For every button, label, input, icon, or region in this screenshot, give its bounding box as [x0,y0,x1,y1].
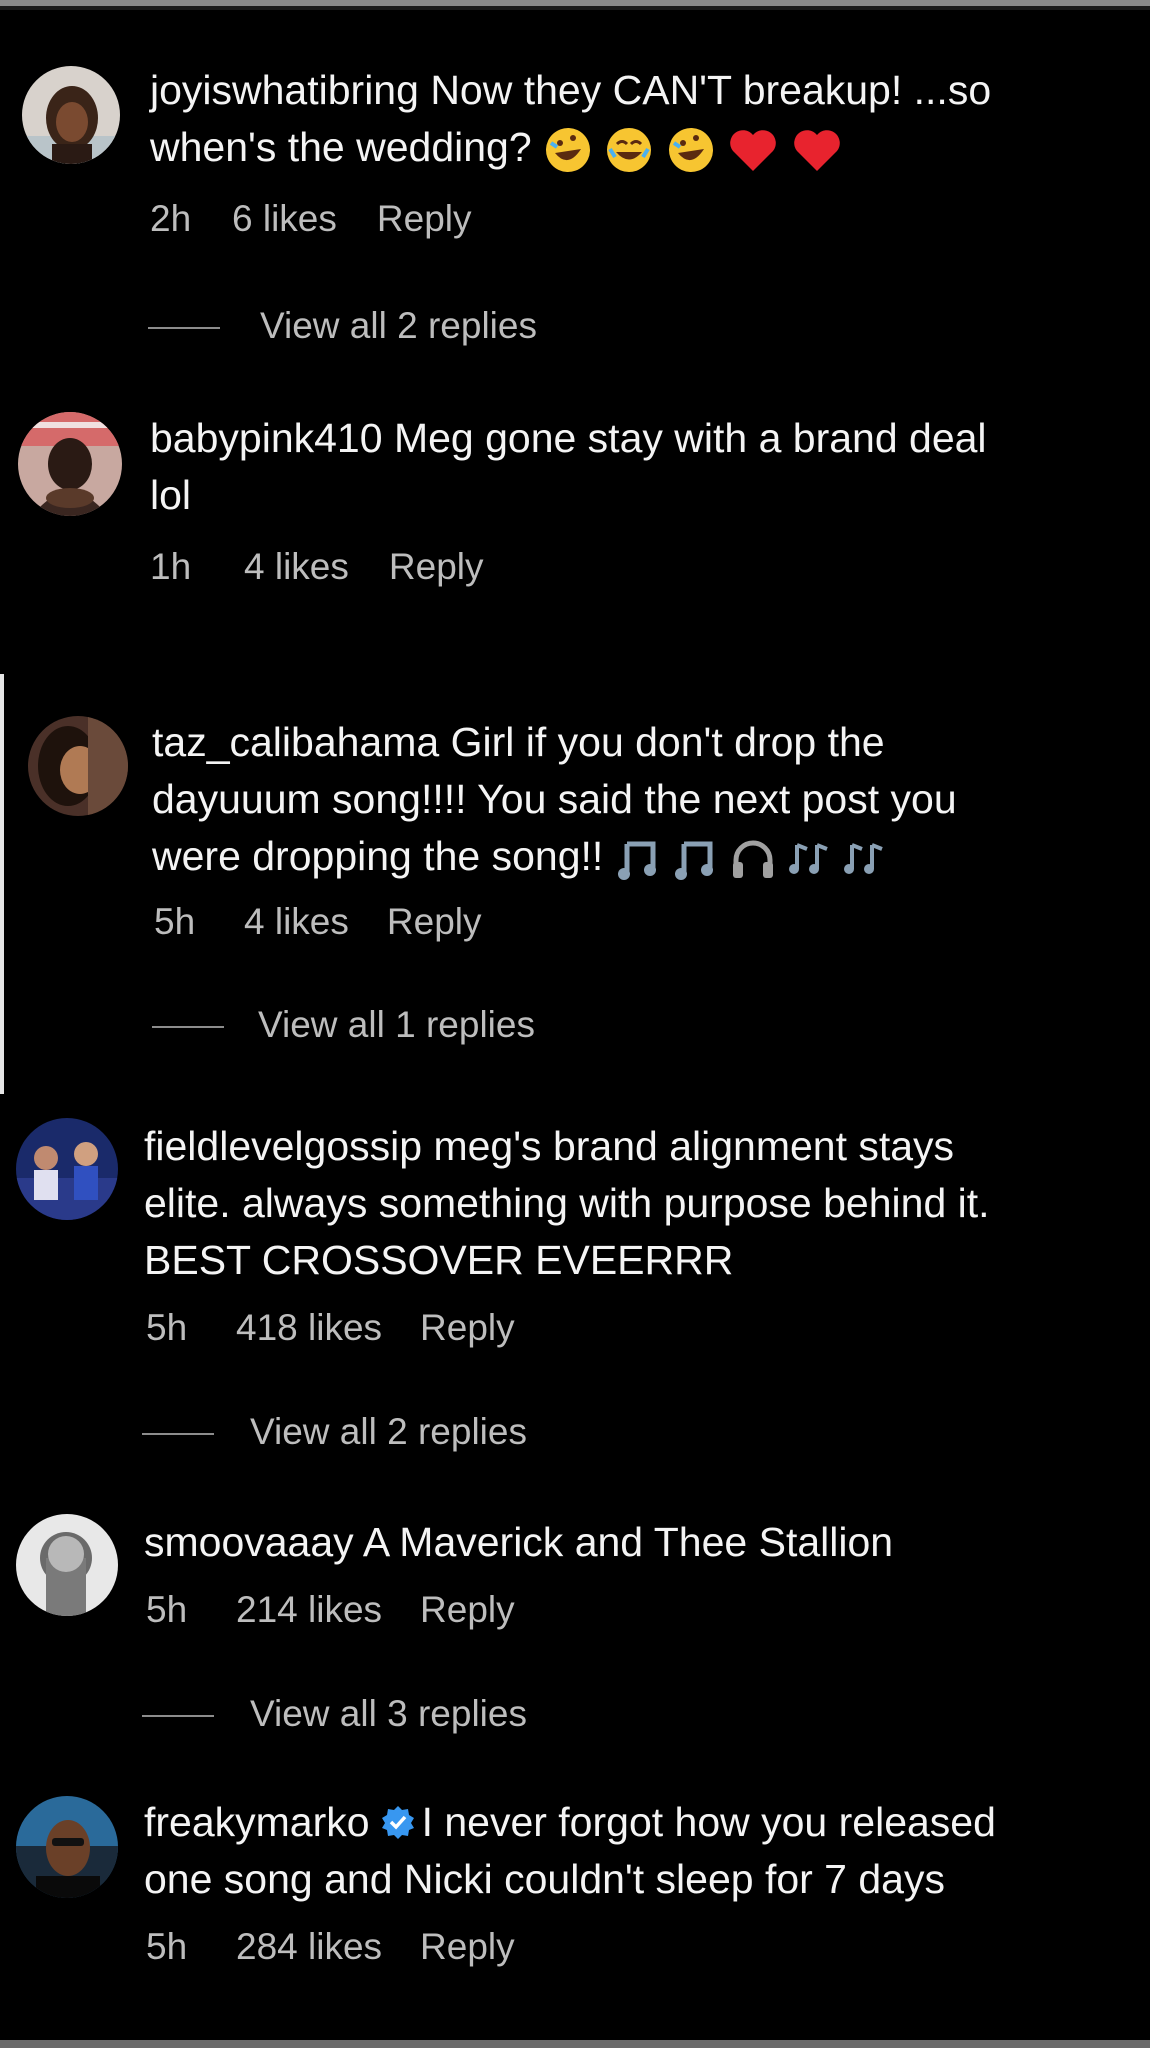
avatar[interactable] [16,1118,118,1220]
likes-count[interactable]: 418 likes [236,1306,382,1350]
top-divider [0,0,1150,10]
view-replies-button[interactable]: View all 3 replies [250,1692,527,1736]
timestamp: 2h [150,198,192,239]
timestamp: 5h [154,901,196,942]
view-replies-button[interactable]: View all 2 replies [260,304,537,348]
comment-text-line: freakymarko I never forgot how you releas… [144,1794,996,1851]
reply-button[interactable]: Reply [420,1925,515,1969]
comment-text-line: lol [150,467,191,524]
avatar[interactable] [28,716,128,816]
rofl-emoji-icon [546,128,591,173]
headphones-icon [732,840,773,879]
red-heart-icon [730,130,777,172]
comment-text-line: joyiswhatibring Now they CAN'T breakup! … [150,62,991,119]
comment-text-line: dayuuum song!!!! You said the next post … [152,771,957,828]
bottom-divider [0,2040,1150,2048]
comment-body: when's the wedding? [150,124,532,170]
avatar[interactable] [22,66,120,164]
replies-divider [142,1433,214,1435]
musical-notes-icon [788,843,828,875]
comment-meta: 2h 6 likes Reply [150,197,472,241]
comment-body: A Maverick and Thee Stallion [362,1519,894,1565]
comment-text-line: when's the wedding? [150,119,843,176]
verified-badge-icon [381,1806,414,1839]
likes-count[interactable]: 4 likes [244,545,349,589]
comment-body: lol [150,472,192,518]
view-replies-button[interactable]: View all 2 replies [250,1410,527,1454]
comment-text-line: taz_calibahama Girl if you don't drop th… [152,714,885,771]
emoji-row [615,833,887,881]
comment-meta: 1h 4 likes Reply [150,545,484,589]
comment-text-line: BEST CROSSOVER EVEERRR [144,1232,733,1289]
reply-button[interactable]: Reply [387,900,482,944]
comment-body: Meg gone stay with a brand deal [393,415,987,461]
comment-text-line: fieldlevelgossip meg's brand alignment s… [144,1118,954,1175]
comment-text-line: elite. always something with purpose beh… [144,1175,990,1232]
timestamp: 1h [150,546,192,587]
likes-count[interactable]: 6 likes [232,197,337,241]
comment-text-line: babypink410 Meg gone stay with a brand d… [150,410,987,467]
replies-divider [152,1026,224,1028]
username-link[interactable]: joyiswhatibring [150,67,419,113]
view-replies-button[interactable]: View all 1 replies [258,1003,535,1047]
reply-button[interactable]: Reply [420,1306,515,1350]
likes-count[interactable]: 214 likes [236,1588,382,1632]
reply-button[interactable]: Reply [377,197,472,241]
comment-body: I never forgot how you released [421,1799,996,1845]
comment-text-line: one song and Nicki couldn't sleep for 7 … [144,1851,945,1908]
username-link[interactable]: freakymarko [144,1799,370,1845]
comment-body: Girl if you don't drop the [450,719,885,765]
comment-meta: 5h 4 likes Reply [154,900,482,944]
musical-notes-icon [844,843,884,875]
comment-text-line: were dropping the song!! [152,828,886,885]
musical-note-icon [617,841,656,881]
likes-count[interactable]: 4 likes [244,900,349,944]
likes-count[interactable]: 284 likes [236,1925,382,1969]
replies-divider [148,327,220,329]
comment-meta: 5h 214 likes Reply [146,1588,515,1632]
username-link[interactable]: babypink410 [150,415,383,461]
reply-button[interactable]: Reply [389,545,484,589]
comment-body: elite. always something with purpose beh… [144,1180,990,1226]
username-link[interactable]: smoovaaay [144,1519,354,1565]
timestamp: 5h [146,1589,188,1630]
avatar[interactable] [18,412,122,516]
rofl-emoji-icon [668,128,713,173]
username-link[interactable]: taz_calibahama [152,719,439,765]
comment-text-line: smoovaaay A Maverick and Thee Stallion [144,1514,893,1571]
avatar[interactable] [16,1796,118,1898]
joy-emoji-icon [607,128,652,173]
timestamp: 5h [146,1307,188,1348]
highlight-bar [0,674,4,1094]
musical-note-icon [675,841,714,881]
avatar[interactable] [16,1514,118,1616]
emoji-row [543,124,843,173]
comment-body: dayuuum song!!!! You said the next post … [152,776,957,822]
timestamp: 5h [146,1926,188,1967]
replies-divider [142,1715,214,1717]
reply-button[interactable]: Reply [420,1588,515,1632]
comment-meta: 5h 284 likes Reply [146,1925,515,1969]
comment-body: were dropping the song!! [152,833,604,879]
comment-body: Now they CAN'T breakup! ...so [430,67,992,113]
red-heart-icon [793,130,840,172]
comment-body: one song and Nicki couldn't sleep for 7 … [144,1856,945,1902]
comment-body: BEST CROSSOVER EVEERRR [144,1237,734,1283]
comment-body: meg's brand alignment stays [433,1123,955,1169]
comment-meta: 5h 418 likes Reply [146,1306,515,1350]
username-link[interactable]: fieldlevelgossip [144,1123,422,1169]
